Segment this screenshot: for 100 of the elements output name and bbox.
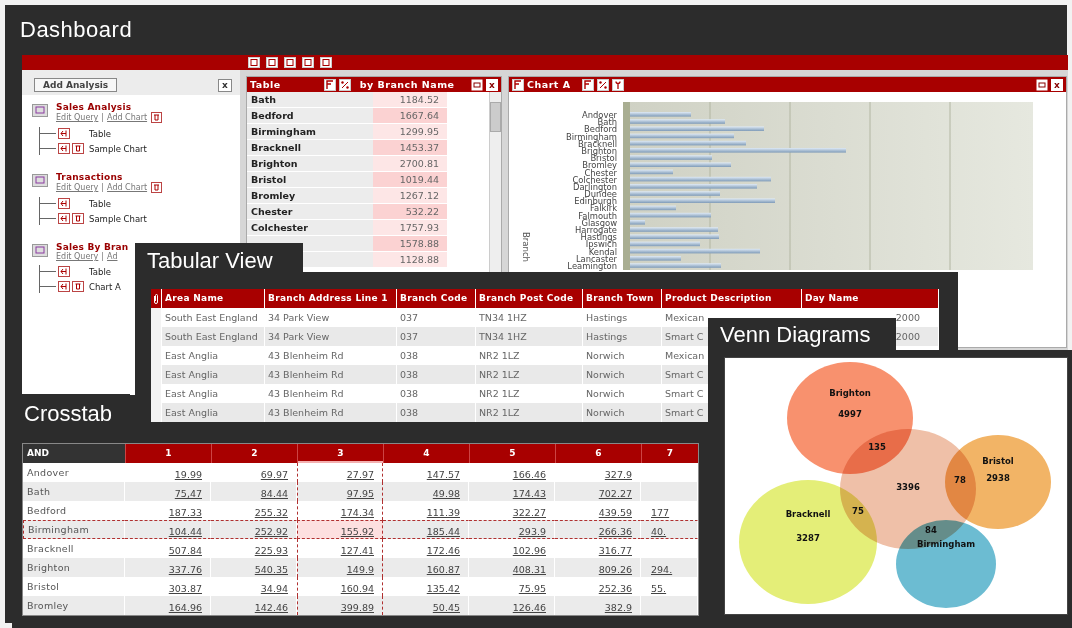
value-link[interactable]: 97.95 [346, 488, 374, 499]
column-header[interactable]: Branch Code [397, 289, 476, 308]
close-button[interactable]: x [486, 78, 498, 91]
row-header[interactable]: Brighton [23, 558, 125, 577]
column-header[interactable]: Branch Town [583, 289, 662, 308]
analysis-link[interactable]: Add Chart [107, 113, 148, 122]
percent-icon[interactable] [596, 78, 609, 91]
column-header[interactable]: Day Name [802, 289, 939, 308]
value-link[interactable]: 127.41 [340, 545, 374, 556]
item-icon[interactable] [58, 213, 70, 224]
format-icon[interactable] [581, 78, 594, 91]
column-header[interactable]: Branch Post Code [476, 289, 583, 308]
row-header[interactable]: Bromley [23, 596, 125, 615]
analysis-title[interactable]: Sales By Bran [56, 242, 129, 252]
value-link[interactable]: 149.9 [346, 564, 374, 575]
column-header[interactable]: 3 [297, 444, 383, 463]
row-header[interactable]: Bath [23, 482, 125, 501]
value-link[interactable]: 40. [651, 526, 667, 537]
column-header[interactable]: 1 [125, 444, 211, 463]
toolbar-layout-icon[interactable] [248, 57, 260, 68]
column-header[interactable]: 2 [211, 444, 297, 463]
percent-icon[interactable] [338, 78, 351, 91]
value-link[interactable]: 174.34 [340, 507, 374, 518]
value-link[interactable]: 160.94 [340, 583, 374, 594]
column-header[interactable]: 5 [469, 444, 555, 463]
close-button[interactable]: x [1051, 78, 1063, 91]
value-link[interactable]: 111.39 [426, 507, 460, 518]
value-link[interactable]: 69.97 [260, 469, 288, 480]
format-icon[interactable] [512, 78, 524, 91]
value-link[interactable]: 293.9 [518, 526, 546, 537]
value-link[interactable]: 187.33 [168, 507, 202, 518]
value-link[interactable]: 34.94 [260, 583, 288, 594]
value-link[interactable]: 172.46 [426, 545, 460, 556]
value-link[interactable]: 84.44 [260, 488, 288, 499]
item-icon[interactable] [58, 266, 70, 277]
maximize-icon[interactable] [1036, 78, 1048, 91]
analysis-link[interactable]: Edit Query [56, 252, 99, 261]
value-link[interactable]: 316.77 [598, 545, 632, 556]
item-icon[interactable] [58, 128, 70, 139]
trash-icon[interactable] [72, 281, 84, 292]
column-header[interactable]: 4 [383, 444, 469, 463]
format-icon[interactable] [323, 78, 336, 91]
close-button[interactable]: x [218, 78, 232, 92]
value-link[interactable]: 19.99 [174, 469, 202, 480]
value-link[interactable]: 147.57 [426, 469, 460, 480]
analysis-title[interactable]: Transactions [56, 172, 163, 182]
toolbar-layout-icon[interactable] [266, 57, 278, 68]
value-link[interactable]: 255.32 [254, 507, 288, 518]
value-link[interactable]: 50.45 [432, 602, 460, 613]
value-link[interactable]: 322.27 [512, 507, 546, 518]
value-link[interactable]: 75.95 [518, 583, 546, 594]
branch-name: Colchester [247, 220, 373, 235]
add-analysis-button[interactable]: Add Analysis [34, 78, 118, 92]
tree-item[interactable]: Sample Chart [89, 213, 147, 224]
value-link[interactable]: 327.9 [604, 469, 632, 480]
value-link[interactable]: 507.84 [168, 545, 202, 556]
value-link[interactable]: 225.93 [254, 545, 288, 556]
tree-item[interactable]: Chart A [89, 281, 121, 292]
toolbar-layout-icon[interactable] [302, 57, 314, 68]
value-link[interactable]: 27.97 [346, 469, 374, 480]
column-header[interactable]: 7 [641, 444, 698, 463]
toolbar-layout-icon[interactable] [320, 57, 332, 68]
value-link[interactable]: 382.9 [604, 602, 632, 613]
trash-icon[interactable] [151, 112, 163, 123]
table-cell: 038 [397, 403, 476, 422]
value-link[interactable]: 439.59 [598, 507, 632, 518]
toolbar-layout-icon[interactable] [284, 57, 296, 68]
analysis-link[interactable]: Ad [107, 252, 118, 261]
maximize-icon[interactable] [471, 78, 483, 91]
row-header[interactable]: Birmingham [23, 520, 125, 539]
value-link[interactable]: 177 [651, 507, 670, 518]
tree-item[interactable]: Sample Chart [89, 143, 147, 154]
table-value: 1757.93 [373, 220, 447, 235]
tree-item[interactable]: Table [89, 128, 111, 139]
trash-icon[interactable] [72, 213, 84, 224]
wrench-icon[interactable] [611, 78, 624, 91]
value-link[interactable]: 75,47 [174, 488, 202, 499]
analysis-link[interactable]: Edit Query [56, 113, 99, 122]
value-link[interactable]: 55. [651, 583, 667, 594]
value-link[interactable]: 252.36 [598, 583, 632, 594]
column-header[interactable]: 6 [555, 444, 641, 463]
value-link[interactable]: 303.87 [168, 583, 202, 594]
analysis-title[interactable]: Sales Analysis [56, 102, 163, 112]
trash-icon[interactable] [72, 143, 84, 154]
column-header[interactable]: Branch Address Line 1 [265, 289, 397, 308]
value-link[interactable]: 166.46 [512, 469, 546, 480]
item-icon[interactable] [58, 281, 70, 292]
trash-icon[interactable] [151, 182, 163, 193]
value-link[interactable]: 49.98 [432, 488, 460, 499]
value-link[interactable]: 102.96 [512, 545, 546, 556]
item-icon[interactable] [58, 143, 70, 154]
analysis-link[interactable]: Add Chart [107, 183, 148, 192]
set-label: Brighton [829, 388, 871, 398]
column-header[interactable]: Area Name [162, 289, 265, 308]
item-icon[interactable] [58, 198, 70, 209]
tree-item[interactable]: Table [89, 198, 111, 209]
tree-item[interactable]: Table [89, 266, 111, 277]
column-header[interactable]: Product Description [662, 289, 802, 308]
value-link[interactable]: 135.42 [426, 583, 460, 594]
analysis-link[interactable]: Edit Query [56, 183, 99, 192]
